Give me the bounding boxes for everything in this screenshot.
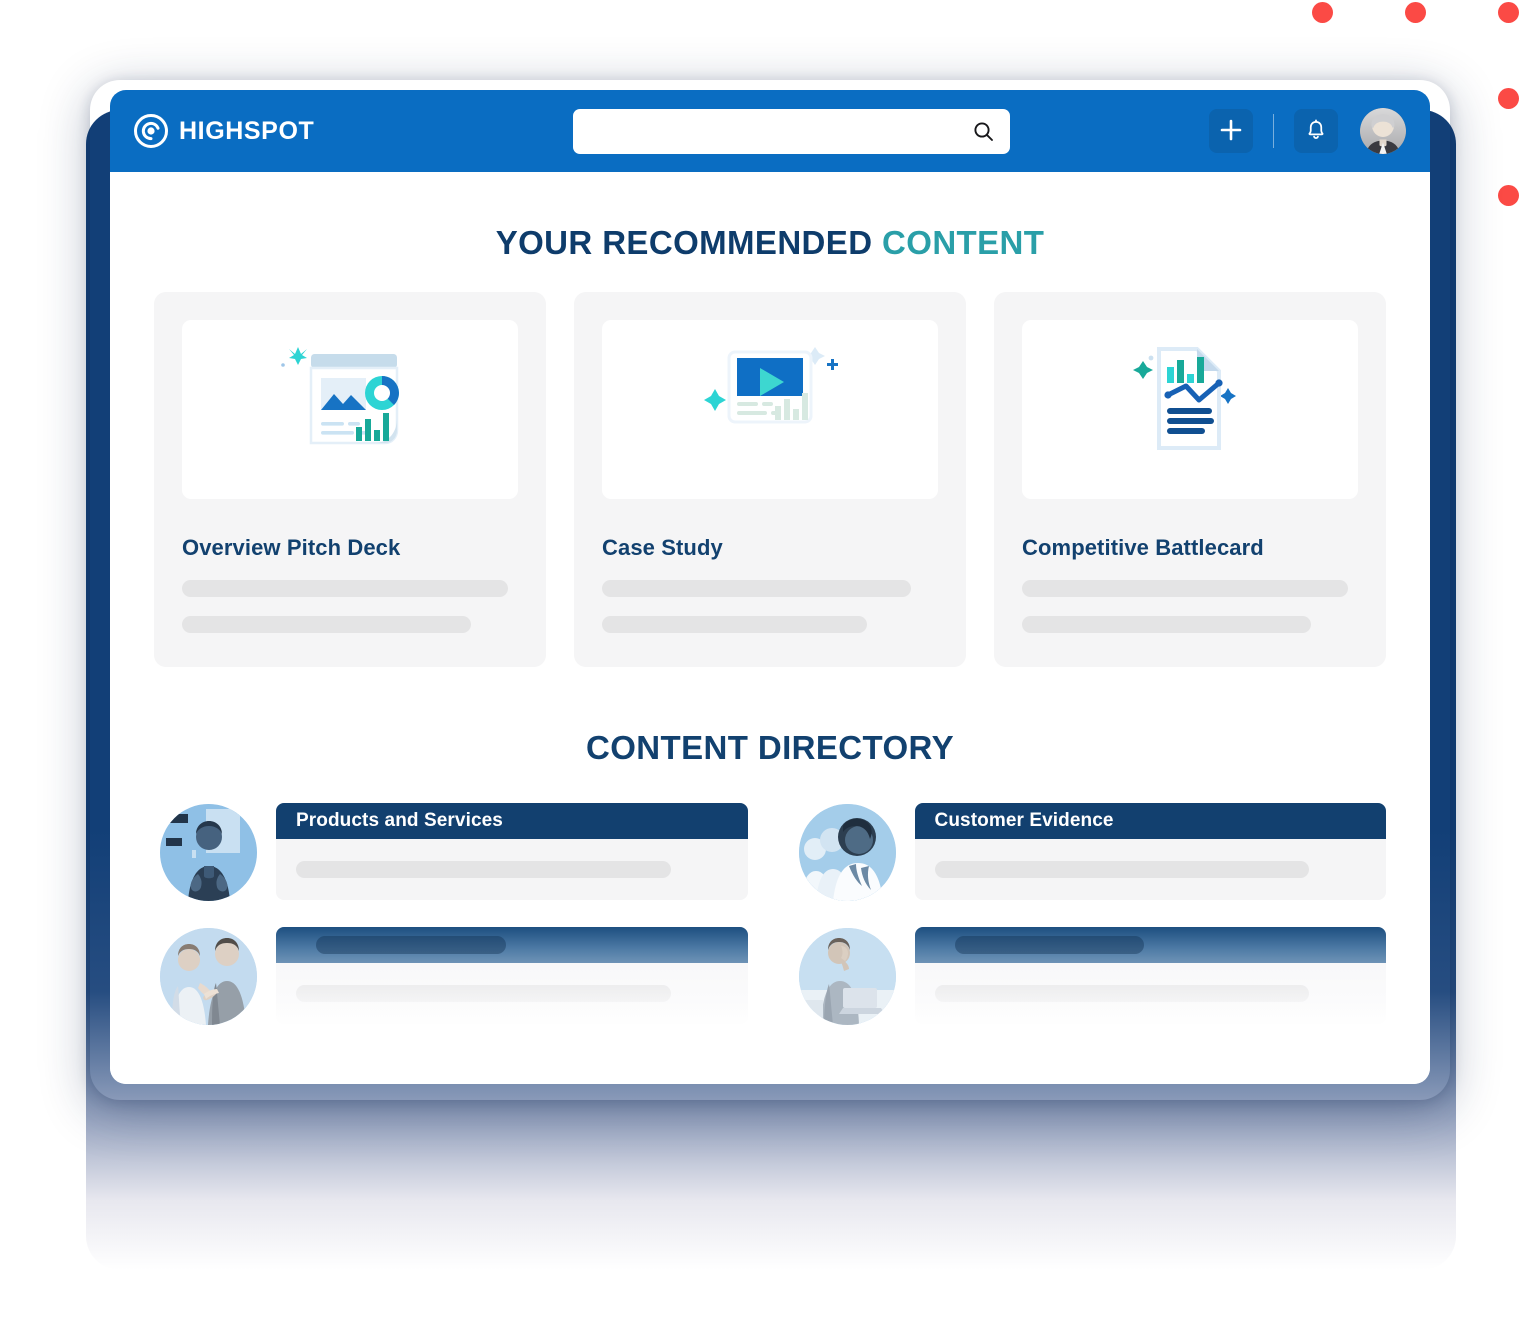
recommended-cards-grid: Overview Pitch Deck Case Study Competiti… (154, 292, 1386, 667)
search-container (573, 109, 1010, 154)
topbar-actions (1209, 90, 1406, 172)
content-directory-heading: CONTENT DIRECTORY (586, 729, 954, 766)
directory-placeholder-bar (296, 985, 671, 1002)
brand-logo[interactable]: HIGHSPOT (134, 114, 314, 148)
card-thumbnail (602, 320, 938, 499)
card-placeholder-bar (182, 616, 471, 633)
directory-row-body (915, 839, 1387, 900)
directory-row-body (915, 963, 1387, 1024)
directory-row[interactable]: Products and Services (154, 803, 748, 901)
report-page-thumbnail-icon (1095, 325, 1285, 495)
card-placeholder-bar (602, 616, 868, 633)
recommended-card[interactable]: Case Study (574, 292, 966, 667)
search-input[interactable] (573, 109, 1010, 154)
directory-row-header: Customer Evidence (914, 803, 1386, 839)
card-placeholder-bar (1022, 580, 1348, 597)
card-title: Case Study (602, 535, 723, 560)
add-button[interactable] (1209, 109, 1253, 153)
notifications-button[interactable] (1294, 109, 1338, 153)
recommended-card[interactable]: Overview Pitch Deck (154, 292, 546, 667)
card-placeholder-bar (182, 580, 508, 597)
decorative-dot (1498, 88, 1519, 109)
presenter-photo-icon (160, 804, 257, 901)
directory-placeholder-bar (934, 985, 1310, 1002)
handshake-photo-icon (160, 928, 257, 1025)
directory-row-title: Products and Services (296, 810, 503, 831)
card-placeholder-bar (602, 580, 912, 597)
customers-group-photo-icon (798, 804, 896, 901)
directory-panel (914, 927, 1387, 1024)
user-avatar-photo-icon (1360, 108, 1406, 154)
directory-row-title: Customer Evidence (934, 810, 1114, 831)
directory-placeholder-bar (934, 861, 1310, 878)
decorative-dot (1498, 185, 1519, 206)
directory-row[interactable] (154, 927, 748, 1025)
video-play-thumbnail-icon (675, 325, 865, 495)
heading-accent-text: CONTENT (882, 224, 1045, 261)
top-navigation-bar: HIGHSPOT (110, 90, 1430, 172)
directory-panel: Products and Services (276, 803, 748, 900)
decorative-dot (1312, 2, 1333, 23)
plus-icon (1218, 117, 1244, 146)
directory-row-header (276, 927, 748, 963)
directory-row-header: Products and Services (276, 803, 748, 839)
decorative-dot (1498, 2, 1519, 23)
topbar-divider (1273, 114, 1274, 148)
recommended-content-heading: YOUR RECOMMENDED CONTENT (154, 224, 1386, 262)
directory-row[interactable] (793, 927, 1387, 1025)
directory-placeholder-bar (296, 861, 671, 878)
directory-panel: Customer Evidence (914, 803, 1387, 900)
card-title: Competitive Battlecard (1022, 535, 1264, 560)
app-window: HIGHSPOT YOUR RECOMMENDED CONTENT Overvi… (110, 90, 1430, 1084)
recommended-card[interactable]: Competitive Battlecard (994, 292, 1386, 667)
man-on-phone-photo-icon (798, 928, 896, 1025)
content-directory-grid: Products and Services Customer Evidence (154, 803, 1387, 1025)
highspot-spiral-logo-icon (134, 114, 168, 148)
card-placeholder-bar (1022, 616, 1311, 633)
directory-row[interactable]: Customer Evidence (793, 803, 1387, 901)
document-with-chart-thumbnail-icon (255, 325, 445, 495)
brand-name: HIGHSPOT (179, 116, 315, 145)
directory-header-placeholder-bar (954, 936, 1145, 954)
card-thumbnail (1022, 320, 1358, 499)
bell-icon (1304, 118, 1328, 145)
main-content: YOUR RECOMMENDED CONTENT Overview Pitch … (110, 224, 1430, 1025)
directory-row-header (914, 927, 1386, 963)
user-avatar[interactable] (1360, 108, 1406, 154)
decorative-dot (1405, 2, 1426, 23)
card-thumbnail (182, 320, 518, 499)
directory-panel (276, 927, 748, 1024)
card-title: Overview Pitch Deck (182, 535, 401, 560)
directory-row-body (276, 839, 748, 900)
directory-row-body (276, 963, 748, 1024)
heading-primary-text: YOUR RECOMMENDED (495, 224, 873, 261)
directory-header-placeholder-bar (316, 936, 506, 954)
